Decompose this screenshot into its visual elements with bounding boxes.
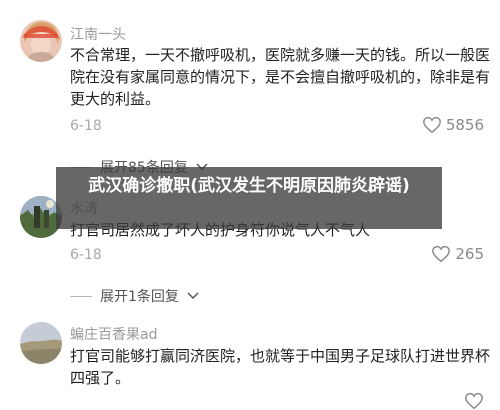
comment-date: 6-18 bbox=[70, 247, 102, 263]
username[interactable]: 江南一头 bbox=[70, 24, 126, 44]
avatar[interactable] bbox=[20, 20, 62, 62]
heart-icon bbox=[422, 116, 441, 134]
like-button[interactable]: 265 bbox=[431, 245, 484, 263]
avatar[interactable] bbox=[20, 322, 62, 364]
like-count: 5856 bbox=[445, 116, 484, 134]
like-button[interactable] bbox=[464, 392, 484, 410]
comment-text: 打官司能够打赢同济医院，也就等于中国男子足球队打进世界杯四强了。 bbox=[70, 347, 491, 387]
comment-date: 6-18 bbox=[70, 118, 102, 134]
title-overlay-banner: 武汉确诊撤职(武汉发生不明原因肺炎辟谣) bbox=[56, 167, 442, 229]
heart-icon bbox=[432, 245, 451, 263]
comment-text: 不合常理，一天不撤呼吸机，医院就多赚一天的钱。所以一般医院在没有家属同意的情况下… bbox=[70, 46, 491, 108]
divider-line bbox=[70, 295, 92, 297]
like-button[interactable]: 5856 bbox=[422, 116, 484, 134]
heart-icon bbox=[465, 392, 483, 410]
overlay-title: 武汉确诊撤职(武汉发生不明原因肺炎辟谣) bbox=[88, 176, 410, 196]
username[interactable]: 蝙庄百香果ad bbox=[70, 324, 157, 344]
chevron-down-icon bbox=[187, 292, 199, 300]
expand-replies[interactable]: 展开1条回复 bbox=[70, 286, 199, 306]
like-count: 265 bbox=[455, 245, 484, 263]
expand-label: 展开1条回复 bbox=[100, 289, 179, 305]
